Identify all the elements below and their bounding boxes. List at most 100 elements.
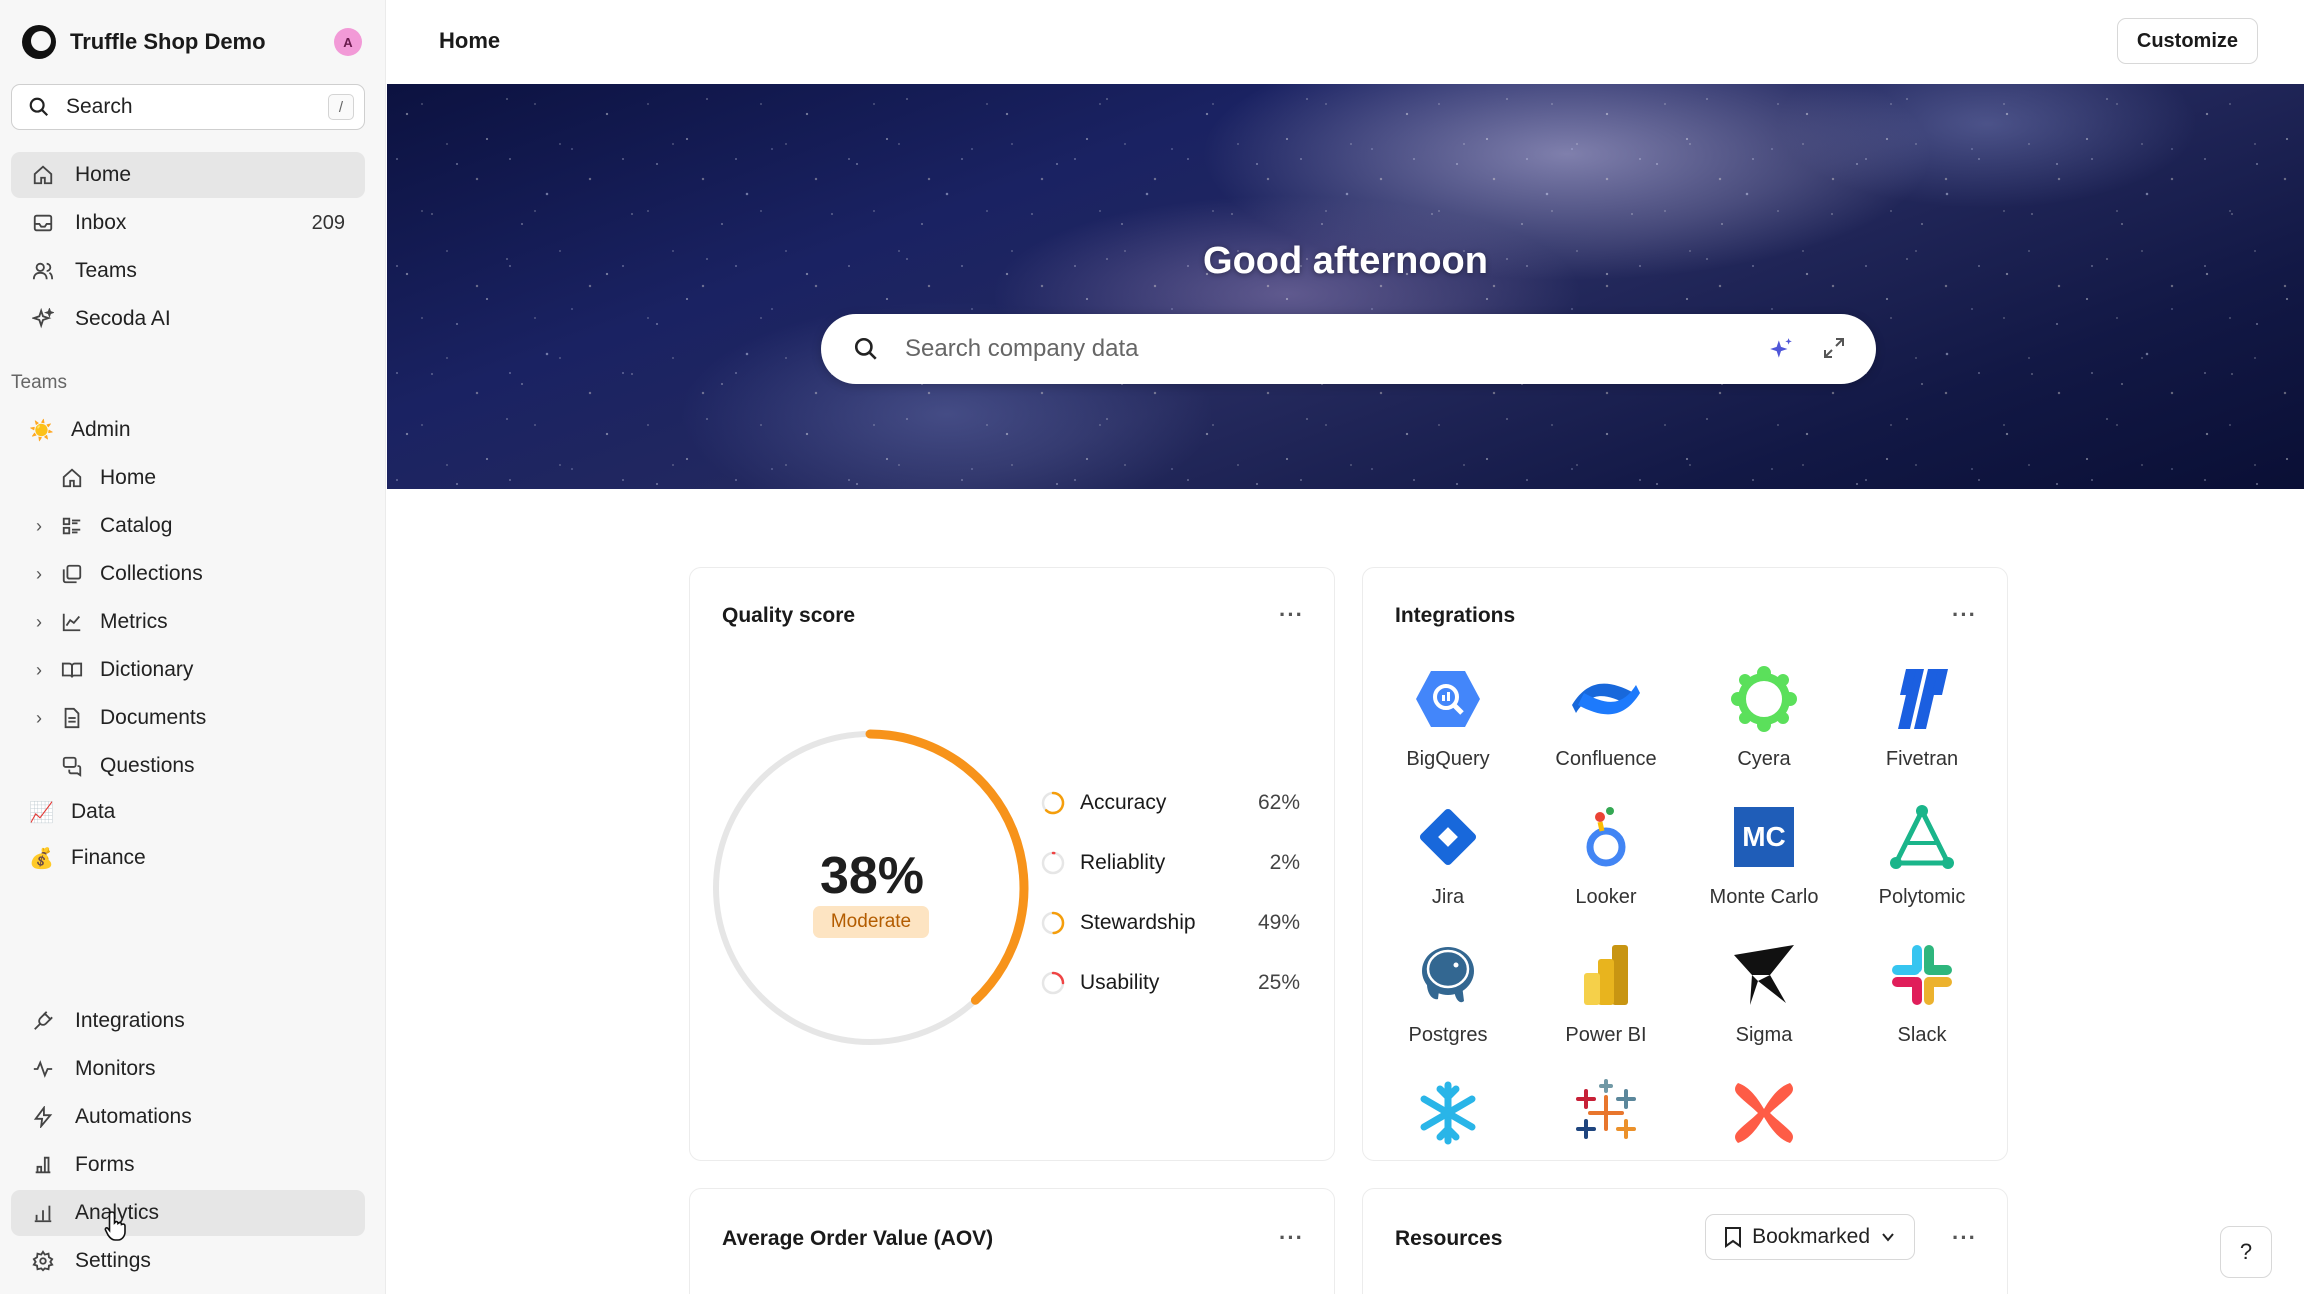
jira-icon xyxy=(1413,802,1483,872)
admin-item-dictionary[interactable]: › Dictionary xyxy=(30,647,350,693)
sidebar-item-label: Integrations xyxy=(75,1009,185,1032)
integration-snowflake[interactable] xyxy=(1373,1078,1523,1160)
integration-polytomic[interactable]: Polytomic xyxy=(1847,802,1997,909)
monte-carlo-icon: MC xyxy=(1729,802,1799,872)
home-icon xyxy=(31,163,55,187)
sidebar-item-label: Secoda AI xyxy=(75,307,171,330)
admin-item-catalog[interactable]: › Catalog xyxy=(30,503,350,549)
sidebar-search[interactable]: Search / xyxy=(11,84,365,130)
home-icon xyxy=(60,466,84,490)
forms-icon xyxy=(31,1153,55,1177)
metric-label: Reliablity xyxy=(1080,851,1166,874)
metric-value: 2% xyxy=(1269,851,1300,874)
collections-icon xyxy=(60,562,84,586)
admin-item-metrics[interactable]: › Metrics xyxy=(30,599,350,645)
accuracy-progress-ring xyxy=(1041,791,1065,815)
chevron-right-icon[interactable]: › xyxy=(30,708,48,729)
integration-power-bi[interactable]: Power BI xyxy=(1531,940,1681,1047)
integration-postgres[interactable]: Postgres xyxy=(1373,940,1523,1047)
expand-icon[interactable] xyxy=(1822,336,1846,360)
integration-jira[interactable]: Jira xyxy=(1373,802,1523,909)
user-avatar[interactable]: A xyxy=(334,28,362,56)
integration-name: Looker xyxy=(1575,886,1637,908)
metric-value: 25% xyxy=(1257,971,1300,994)
workspace-switcher[interactable]: Truffle Shop Demo A xyxy=(22,22,362,62)
usability-progress-ring xyxy=(1041,971,1065,995)
integration-dbt[interactable] xyxy=(1689,1078,1839,1160)
users-icon xyxy=(31,259,55,283)
sidebar-item-label: Monitors xyxy=(75,1057,156,1080)
admin-item-home[interactable]: Home xyxy=(30,455,350,501)
sidebar-item-analytics[interactable]: Analytics xyxy=(11,1190,365,1236)
integration-name: Polytomic xyxy=(1878,886,1966,908)
team-finance[interactable]: 💰 Finance xyxy=(29,835,383,881)
integration-monte-carlo[interactable]: MC Monte Carlo xyxy=(1689,802,1839,909)
chevron-down-icon xyxy=(1882,1233,1894,1242)
team-data[interactable]: 📈 Data xyxy=(29,789,383,835)
team-admin[interactable]: ☀️ Admin xyxy=(29,407,383,453)
admin-item-collections[interactable]: › Collections xyxy=(30,551,350,597)
admin-item-documents[interactable]: › Documents xyxy=(30,695,350,741)
resources-filter-dropdown[interactable]: Bookmarked xyxy=(1705,1214,1915,1260)
inbox-count-badge: 209 xyxy=(311,211,345,234)
mini-ring-arc xyxy=(1051,911,1065,935)
sidebar-item-label: Automations xyxy=(75,1105,192,1128)
quality-rating-badge: Moderate xyxy=(813,906,929,938)
chevron-right-icon[interactable]: › xyxy=(30,516,48,537)
sidebar-item-inbox[interactable]: Inbox 209 xyxy=(11,200,365,246)
integration-tableau[interactable] xyxy=(1531,1078,1681,1160)
hero-banner: Good afternoon Search company data xyxy=(387,84,2304,489)
sidebar-item-automations[interactable]: Automations xyxy=(11,1094,365,1140)
integration-bigquery[interactable]: BigQuery xyxy=(1373,664,1523,771)
admin-item-label: Metrics xyxy=(100,610,168,633)
integration-name: Confluence xyxy=(1555,748,1657,770)
more-options-icon[interactable]: ··· xyxy=(1279,602,1304,628)
more-options-icon[interactable]: ··· xyxy=(1952,602,1977,628)
integration-fivetran[interactable]: Fivetran xyxy=(1847,664,1997,771)
bolt-icon xyxy=(31,1105,55,1129)
document-icon xyxy=(60,706,84,730)
company-search-input[interactable]: Search company data xyxy=(821,314,1876,384)
more-options-icon[interactable]: ··· xyxy=(1952,1225,1977,1251)
questions-icon xyxy=(60,754,84,778)
confluence-icon xyxy=(1571,664,1641,734)
integration-name: BigQuery xyxy=(1406,748,1490,770)
integration-cyera[interactable]: Cyera xyxy=(1689,664,1839,771)
mini-ring-arc xyxy=(1051,971,1065,985)
sidebar-item-monitors[interactable]: Monitors xyxy=(11,1046,365,1092)
filter-label: Bookmarked xyxy=(1752,1225,1870,1248)
admin-item-label: Catalog xyxy=(100,514,173,537)
sidebar-item-forms[interactable]: Forms xyxy=(11,1142,365,1188)
customize-button[interactable]: Customize xyxy=(2116,18,2258,64)
workspace-name: Truffle Shop Demo xyxy=(70,29,266,54)
sidebar-item-integrations[interactable]: Integrations xyxy=(11,998,365,1044)
ai-sparkles-icon[interactable] xyxy=(1768,336,1794,362)
sidebar-item-settings[interactable]: Settings xyxy=(11,1238,365,1284)
integration-looker[interactable]: Looker xyxy=(1531,802,1681,909)
search-icon xyxy=(854,337,877,360)
card-title: Quality score xyxy=(722,604,856,627)
help-button[interactable]: ? xyxy=(2220,1226,2272,1278)
search-label: Search xyxy=(66,95,133,118)
integration-slack[interactable]: Slack xyxy=(1847,940,1997,1047)
book-icon xyxy=(60,658,84,682)
sidebar-item-teams[interactable]: Teams xyxy=(11,248,365,294)
sidebar-item-label: Home xyxy=(75,163,132,186)
admin-item-questions[interactable]: Questions xyxy=(30,743,350,789)
sidebar-item-home[interactable]: Home xyxy=(11,152,365,198)
admin-item-label: Home xyxy=(100,466,157,489)
more-options-icon[interactable]: ··· xyxy=(1279,1225,1304,1251)
teams-section-label: Teams xyxy=(11,372,67,393)
pulse-icon xyxy=(31,1057,55,1081)
integration-confluence[interactable]: Confluence xyxy=(1531,664,1681,771)
quality-score-value: 38% xyxy=(819,847,925,905)
sidebar-item-secoda-ai[interactable]: Secoda AI xyxy=(11,296,365,342)
chevron-right-icon[interactable]: › xyxy=(30,612,48,633)
hand-cursor-icon xyxy=(104,1211,126,1241)
chevron-right-icon[interactable]: › xyxy=(30,564,48,585)
integration-sigma[interactable]: Sigma xyxy=(1689,940,1839,1047)
chart-emoji-icon: 📈 xyxy=(29,801,54,824)
workspace-logo-icon xyxy=(22,25,56,59)
chevron-right-icon[interactable]: › xyxy=(30,660,48,681)
monte-carlo-logo-text: MC xyxy=(1734,807,1794,867)
